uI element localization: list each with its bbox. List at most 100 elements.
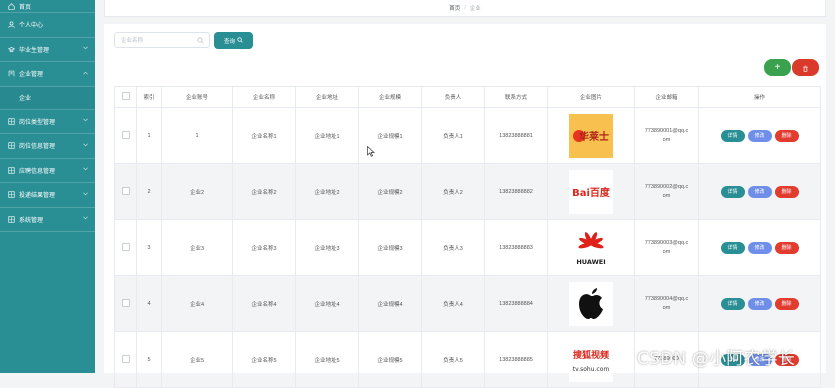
- chevron-down-icon: [83, 192, 88, 198]
- sidebar-item-label: 个人中心: [19, 23, 44, 30]
- watermark: CSDN @小阿农学长: [637, 349, 796, 369]
- detail-button[interactable]: 详情: [720, 185, 745, 198]
- cell-name: 企业名称1: [232, 107, 296, 164]
- sidebar-item-system[interactable]: 系统管理: [0, 208, 95, 232]
- cell-phone: 13823888882: [484, 163, 548, 220]
- cell-address: 企业地址4: [295, 275, 359, 332]
- sidebar-subitem-company[interactable]: 企业: [0, 87, 95, 110]
- chevron-down-icon: [83, 118, 88, 124]
- table-header: 企业名称: [232, 86, 296, 108]
- breadcrumb-home[interactable]: 首页: [449, 4, 460, 12]
- cell-index: 1: [136, 107, 162, 164]
- sidebar-subitem-label: 企业: [19, 96, 32, 102]
- svg-text:Bai百度: Bai百度: [572, 186, 611, 199]
- edit-button[interactable]: 修改: [747, 241, 772, 254]
- table-header: 索引: [136, 86, 162, 108]
- checkbox[interactable]: [121, 92, 130, 100]
- cell-ops: 详情 修改 删除: [698, 219, 821, 276]
- company-logo: apple: [569, 281, 613, 326]
- checkbox[interactable]: [121, 298, 130, 307]
- table-header: 企业邮箱: [634, 86, 699, 108]
- cell-address: 企业地址2: [295, 163, 359, 220]
- cell-image: 搜狐视频 tv.sohu.com: [547, 331, 635, 388]
- cell-phone: 13823888883: [484, 219, 548, 276]
- edit-button[interactable]: 修改: [747, 185, 772, 198]
- sidebar-item-job-info[interactable]: 岗位信息管理: [0, 134, 95, 159]
- cell-index: 2: [136, 163, 162, 220]
- query-button[interactable]: 查询: [214, 32, 253, 49]
- row-select[interactable]: [114, 107, 137, 164]
- sidebar-item-label: 系统管理: [19, 217, 44, 224]
- cell-scale: 企业规模4: [358, 275, 422, 332]
- table-header: 联系方式: [484, 86, 548, 108]
- cell-account: 企业2: [161, 163, 233, 220]
- header-select-all[interactable]: [114, 86, 137, 108]
- sidebar-item-job-types[interactable]: 岗位类型管理: [0, 110, 95, 134]
- detail-button[interactable]: 详情: [720, 297, 745, 310]
- sidebar-item-profile[interactable]: 个人中心: [0, 13, 95, 38]
- cell-account: 1: [161, 107, 233, 164]
- query-button-label: 查询: [223, 38, 235, 45]
- search-input[interactable]: 企业名称: [114, 32, 210, 48]
- row-select[interactable]: [114, 219, 137, 276]
- cell-address: 企业地址1: [295, 107, 359, 164]
- batch-delete-button[interactable]: [792, 59, 819, 76]
- chevron-up-icon: [83, 71, 88, 77]
- plus-icon: +: [774, 61, 781, 73]
- row-select[interactable]: [114, 331, 137, 388]
- sidebar-item-graduates[interactable]: 毕业生管理: [0, 38, 95, 62]
- delete-button[interactable]: 删除: [774, 185, 799, 198]
- cell-address: 企业地址5: [295, 331, 359, 388]
- svg-text:华莱士: 华莱士: [579, 130, 609, 143]
- sidebar-item-companies[interactable]: 企业管理: [0, 62, 95, 87]
- row-select[interactable]: [114, 275, 137, 332]
- cell-image: apple: [547, 275, 635, 332]
- main-panel: 企业名称 查询 + 索引 企业账号 企业名称 企业地址 企业规模 负责人 联系方…: [104, 24, 826, 388]
- checkbox[interactable]: [121, 354, 130, 363]
- edit-button[interactable]: 修改: [747, 129, 772, 142]
- detail-button[interactable]: 详情: [720, 129, 745, 142]
- cell-email: 773890002@qq.c om: [634, 163, 699, 220]
- cell-ops: 详情 修改 删除: [698, 163, 821, 220]
- checkbox[interactable]: [121, 186, 130, 195]
- cell-account: 企业3: [161, 219, 233, 276]
- company-logo: HUAWEI: [569, 225, 613, 270]
- sidebar-item-label: 岗位类型管理: [19, 119, 56, 126]
- breadcrumb-current: 企业: [469, 6, 481, 12]
- checkbox[interactable]: [121, 242, 130, 251]
- cell-image: Bai百度: [547, 163, 635, 220]
- cell-account: 企业5: [161, 331, 233, 388]
- detail-button[interactable]: 详情: [720, 241, 745, 254]
- sidebar-item-label: 岗位信息管理: [19, 144, 56, 151]
- cell-email: 773890003@qq.c om: [634, 219, 699, 276]
- delete-button[interactable]: 删除: [774, 297, 799, 310]
- cell-name: 企业名称2: [232, 163, 296, 220]
- search-icon: [197, 37, 204, 46]
- table-row: 1 1 企业名称1 企业地址1 企业规模1 负责人1 13823888881 华…: [114, 107, 821, 164]
- cell-scale: 企业规模2: [358, 163, 422, 220]
- cell-name: 企业名称5: [232, 331, 296, 388]
- table-header: 企业规模: [358, 86, 422, 108]
- trash-icon: [802, 59, 809, 77]
- cell-ops: 详情 修改 删除: [698, 107, 821, 164]
- sidebar-item-delivery-results[interactable]: 投递结果管理: [0, 183, 95, 208]
- cell-manager: 负责人3: [421, 219, 485, 276]
- grid-icon: [7, 191, 15, 199]
- edit-button[interactable]: 修改: [747, 297, 772, 310]
- breadcrumb: 首页 / 企业: [104, 0, 826, 17]
- company-table: 索引 企业账号 企业名称 企业地址 企业规模 负责人 联系方式 企业图片 企业邮…: [114, 86, 821, 388]
- delete-button[interactable]: 删除: [774, 129, 799, 142]
- cell-image: 华莱士: [547, 107, 635, 164]
- add-button[interactable]: +: [764, 59, 791, 76]
- svg-text:搜狐视频: 搜狐视频: [573, 349, 609, 361]
- sidebar-item-home[interactable]: 首页: [0, 0, 95, 13]
- mouse-cursor-icon: [367, 144, 375, 162]
- chevron-down-icon: [83, 46, 88, 52]
- cell-scale: 企业规模3: [358, 219, 422, 276]
- row-select[interactable]: [114, 163, 137, 220]
- company-icon: [7, 70, 15, 78]
- sidebar-item-applications[interactable]: 应聘信息管理: [0, 159, 95, 183]
- delete-button[interactable]: 删除: [774, 241, 799, 254]
- checkbox[interactable]: [121, 130, 130, 139]
- cell-image: HUAWEI: [547, 219, 635, 276]
